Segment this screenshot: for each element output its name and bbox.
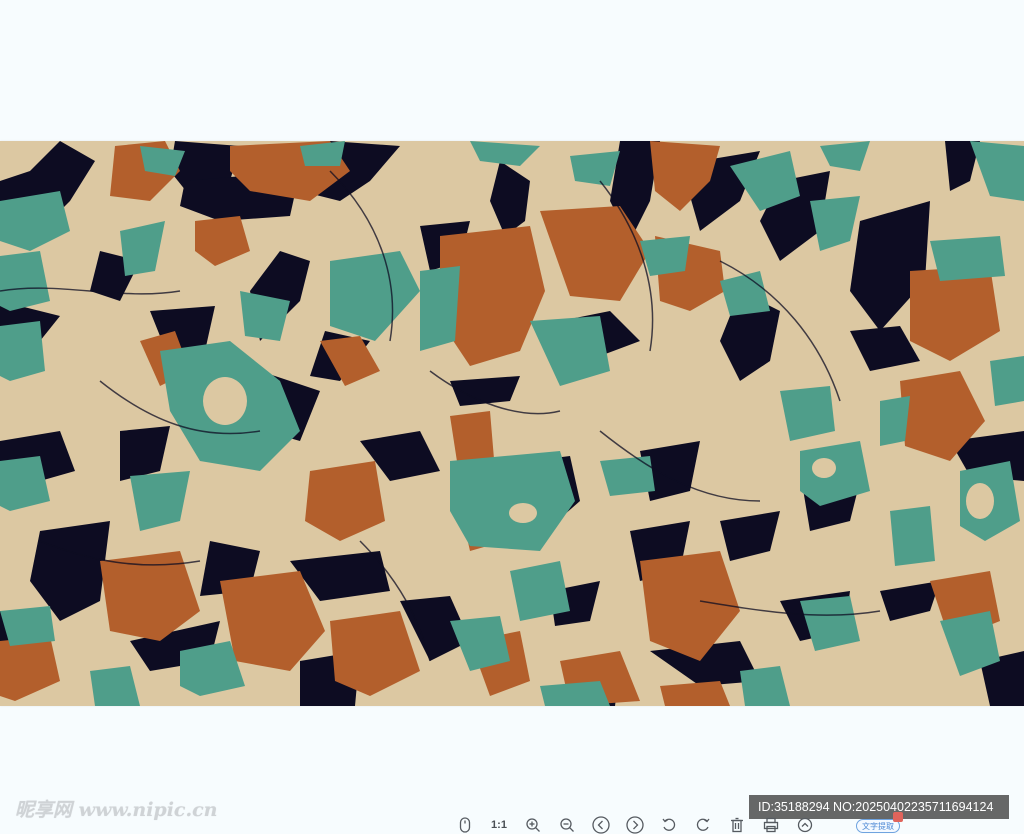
pattern-image bbox=[0, 141, 1024, 706]
collapse-icon[interactable] bbox=[788, 816, 822, 834]
zoom-in-icon[interactable] bbox=[516, 816, 550, 834]
notification-badge bbox=[893, 812, 903, 822]
text-extract-button[interactable]: 文字提取 bbox=[856, 812, 903, 833]
image-viewer: 昵享网 www.nipic.cn ID:35188294 NO:20250402… bbox=[0, 0, 1024, 834]
rotate-left-icon[interactable] bbox=[652, 816, 686, 834]
next-icon[interactable] bbox=[618, 816, 652, 834]
mouse-icon[interactable] bbox=[448, 816, 482, 834]
camouflage-pattern bbox=[0, 141, 1024, 706]
site-watermark: 昵享网 www.nipic.cn bbox=[15, 799, 218, 821]
rotate-right-icon[interactable] bbox=[686, 816, 720, 834]
delete-icon[interactable] bbox=[720, 816, 754, 834]
viewer-toolbar: 1:1 bbox=[448, 816, 822, 834]
print-icon[interactable] bbox=[754, 816, 788, 834]
zoom-out-icon[interactable] bbox=[550, 816, 584, 834]
actual-size-button[interactable]: 1:1 bbox=[482, 816, 516, 834]
text-extract-label: 文字提取 bbox=[862, 822, 894, 831]
previous-icon[interactable] bbox=[584, 816, 618, 834]
